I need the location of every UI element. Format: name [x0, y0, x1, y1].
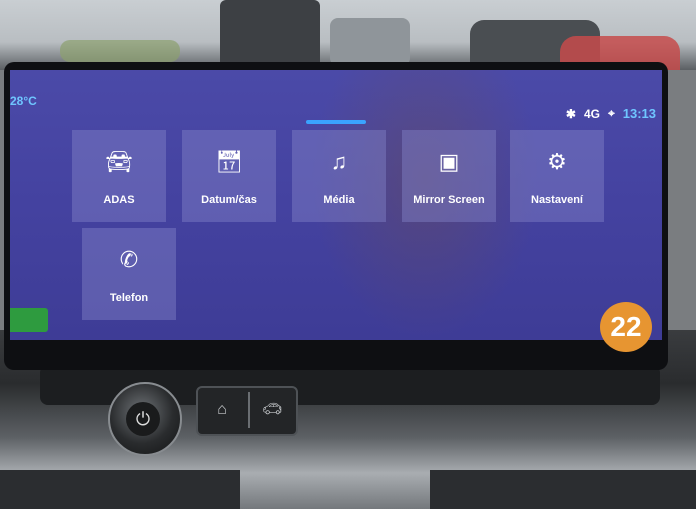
tile-label: Mirror Screen: [413, 194, 485, 206]
tile-label: Nastavení: [531, 194, 583, 206]
calendar-clock-icon: 📅︎: [215, 149, 243, 174]
status-bar: ✱ 4G ⌖ 13:13: [566, 106, 656, 121]
tile-label: ADAS: [103, 194, 135, 206]
network-indicator: 4G: [583, 106, 600, 121]
tile-label: Telefon: [109, 292, 149, 304]
tile-telefon[interactable]: ✆ Telefon: [82, 228, 176, 320]
phone-icon: ✆: [119, 247, 139, 272]
home-button[interactable]: ⌂: [200, 392, 244, 428]
tile-label: Média: [323, 194, 355, 206]
tile-media[interactable]: ♫ Média: [292, 130, 386, 222]
gear-icon: ⚙: [547, 149, 567, 174]
tile-adas[interactable]: 🚘︎ ADAS: [72, 130, 166, 222]
tile-datum-cas[interactable]: 📅︎ Datum/čas: [182, 130, 276, 222]
music-icon: ♫: [330, 149, 348, 174]
location-icon: ⌖: [607, 106, 615, 120]
air-vent-left: [0, 470, 240, 509]
tile-mirror-screen[interactable]: ▣ Mirror Screen: [402, 130, 496, 222]
hardware-button-panel: ⌂ 🚗︎: [196, 386, 298, 436]
background-hedge: [60, 40, 180, 62]
watermark-badge: 22: [600, 302, 652, 352]
bluetooth-icon: ✱: [565, 106, 576, 121]
background-car: [220, 0, 320, 62]
active-page-indicator: [306, 120, 366, 124]
tile-label: Datum/čas: [201, 194, 257, 206]
tile-nastaveni[interactable]: ⚙ Nastavení: [510, 130, 604, 222]
air-vent-right: [430, 470, 696, 509]
mirror-screen-icon: ▣: [438, 149, 460, 174]
power-icon[interactable]: ⏻: [126, 402, 160, 436]
infotainment-screen: 28°C ✱ 4G ⌖ 13:13 🚘︎ ADAS 📅︎ Datum/čas ♫…: [10, 70, 662, 340]
green-edge-element: [10, 308, 48, 332]
background-car: [330, 18, 410, 66]
car-menu-button[interactable]: 🚗︎: [248, 392, 294, 428]
clock: 13:13: [622, 106, 656, 121]
temperature-readout: 28°C: [10, 94, 37, 108]
car-icon: 🚘︎: [105, 149, 133, 174]
